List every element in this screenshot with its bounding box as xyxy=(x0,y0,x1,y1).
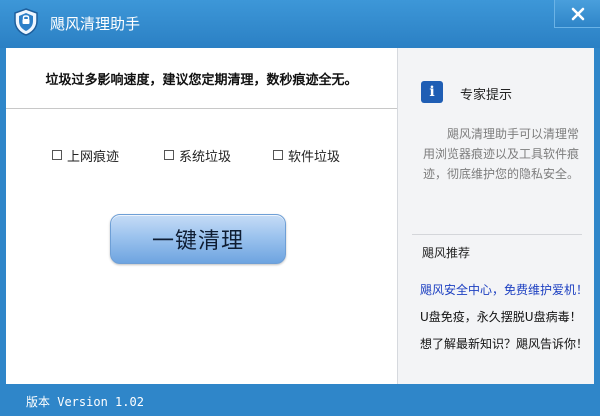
status-bar: 版本 Version 1.02 xyxy=(6,384,594,416)
option-system-junk[interactable]: 系统垃圾 xyxy=(164,146,232,165)
tip-text: 飓风清理助手可以清理常用浏览器痕迹以及工具软件痕迹，彻底维护您的隐私安全。 xyxy=(423,127,580,181)
divider xyxy=(412,234,582,235)
close-button[interactable] xyxy=(554,0,600,28)
one-click-clean-button[interactable]: 一键清理 xyxy=(110,214,286,264)
title-bar[interactable]: 飓风清理助手 xyxy=(0,0,600,48)
recommend-title: 飓风推荐 xyxy=(422,246,471,260)
recommend-link-news[interactable]: 想了解最新知识？飓风告诉你！ xyxy=(420,335,588,352)
shield-icon xyxy=(13,8,39,36)
content-area: 垃圾过多影响速度，建议您定期清理，数秒痕迹全无。 上网痕迹 系统垃圾 软件垃圾 … xyxy=(6,48,594,384)
checkbox[interactable] xyxy=(164,150,174,160)
option-label: 上网痕迹 xyxy=(67,149,120,165)
app-window: 飓风清理助手 垃圾过多影响速度，建议您定期清理，数秒痕迹全无。 上网痕迹 系统垃… xyxy=(0,0,600,416)
info-icon: i xyxy=(421,81,443,103)
option-label: 系统垃圾 xyxy=(179,149,232,165)
sidebar: i 专家提示 飓风清理助手可以清理常用浏览器痕迹以及工具软件痕迹，彻底维护您的隐… xyxy=(397,48,594,384)
option-browser-traces[interactable]: 上网痕迹 xyxy=(52,146,120,165)
divider xyxy=(6,108,397,109)
option-software-junk[interactable]: 软件垃圾 xyxy=(273,146,341,165)
app-title: 飓风清理助手 xyxy=(50,15,141,33)
main-panel: 垃圾过多影响速度，建议您定期清理，数秒痕迹全无。 上网痕迹 系统垃圾 软件垃圾 … xyxy=(6,48,397,384)
recommend-link-usb-immunity[interactable]: U盘免疫，永久摆脱U盘病毒！ xyxy=(420,308,582,325)
headline-text: 垃圾过多影响速度，建议您定期清理，数秒痕迹全无。 xyxy=(45,72,358,88)
checkbox[interactable] xyxy=(52,150,62,160)
checkbox[interactable] xyxy=(273,150,283,160)
close-icon[interactable] xyxy=(555,7,600,32)
recommend-link-security-center[interactable]: 飓风安全中心，免费维护爱机！ xyxy=(420,281,588,298)
version-label: 版本 Version 1.02 xyxy=(26,395,144,409)
tip-title: 专家提示 xyxy=(460,88,513,103)
option-label: 软件垃圾 xyxy=(288,149,341,165)
